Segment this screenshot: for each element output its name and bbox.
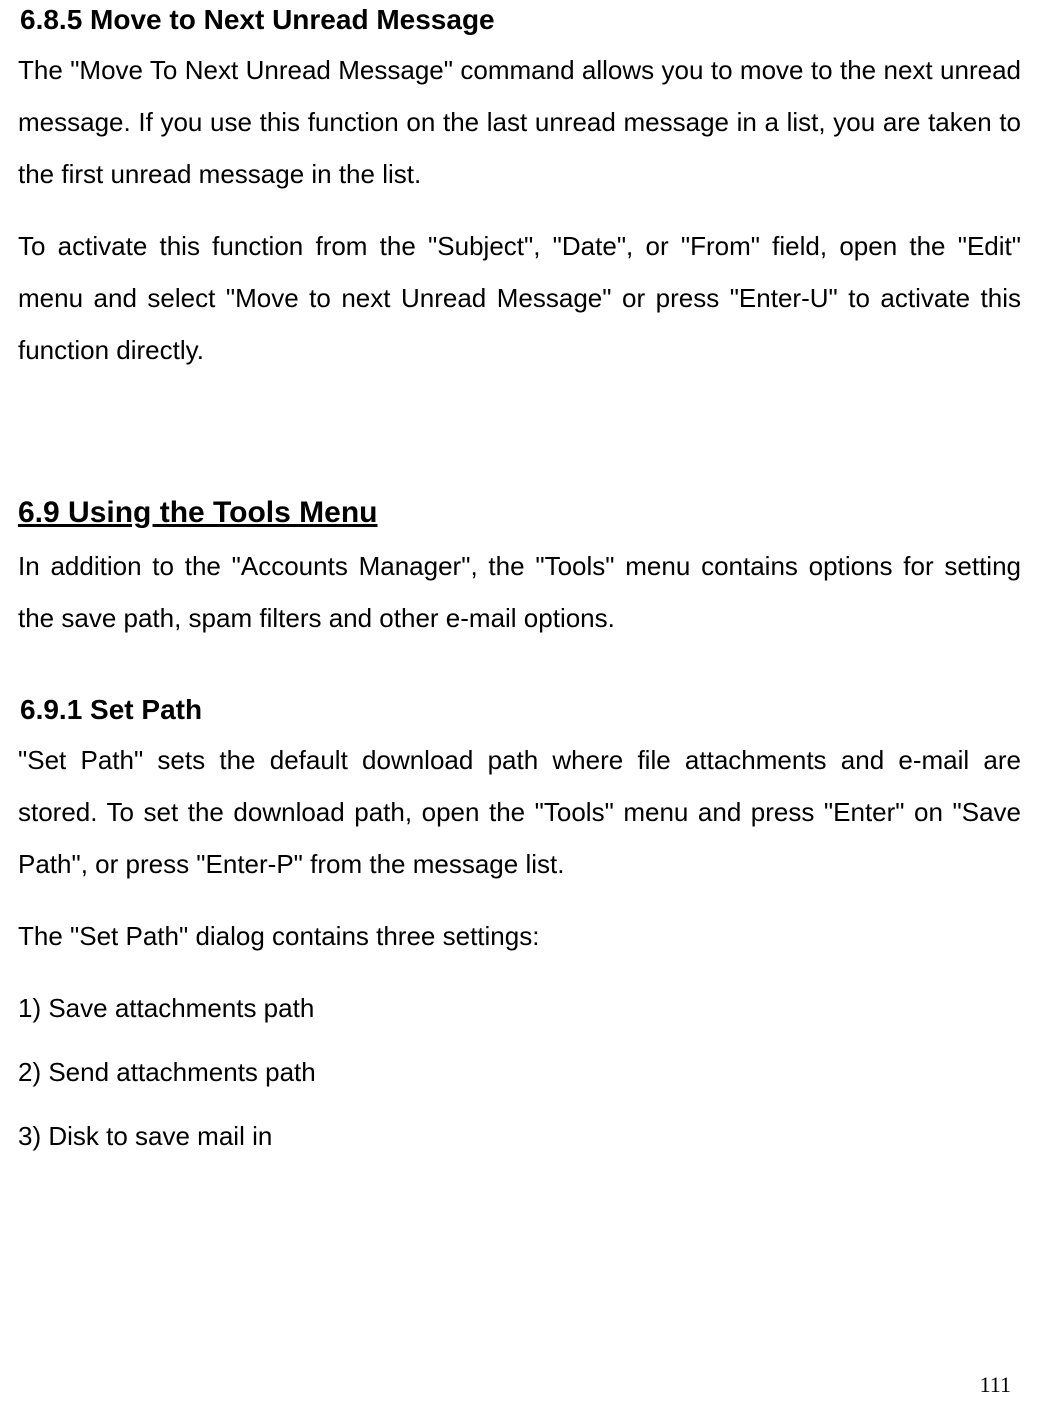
paragraph-text: "Set Path" sets the default download pat… xyxy=(18,734,1021,890)
page-number: 111 xyxy=(980,1372,1011,1398)
paragraph-text: To activate this function from the "Subj… xyxy=(18,220,1021,376)
list-item: 2) Send attachments path xyxy=(18,1046,1021,1098)
heading-6-9: 6.9 Using the Tools Menu xyxy=(18,496,1021,530)
heading-6-9-1: 6.9.1 Set Path xyxy=(20,694,1021,726)
list-item: 1) Save attachments path xyxy=(18,982,1021,1034)
heading-6-8-5: 6.8.5 Move to Next Unread Message xyxy=(20,4,1021,36)
paragraph-text: The "Set Path" dialog contains three set… xyxy=(18,910,1021,962)
paragraph-text: In addition to the "Accounts Manager", t… xyxy=(18,540,1021,644)
list-item: 3) Disk to save mail in xyxy=(18,1110,1021,1162)
paragraph-text: The "Move To Next Unread Message" comman… xyxy=(18,44,1021,200)
